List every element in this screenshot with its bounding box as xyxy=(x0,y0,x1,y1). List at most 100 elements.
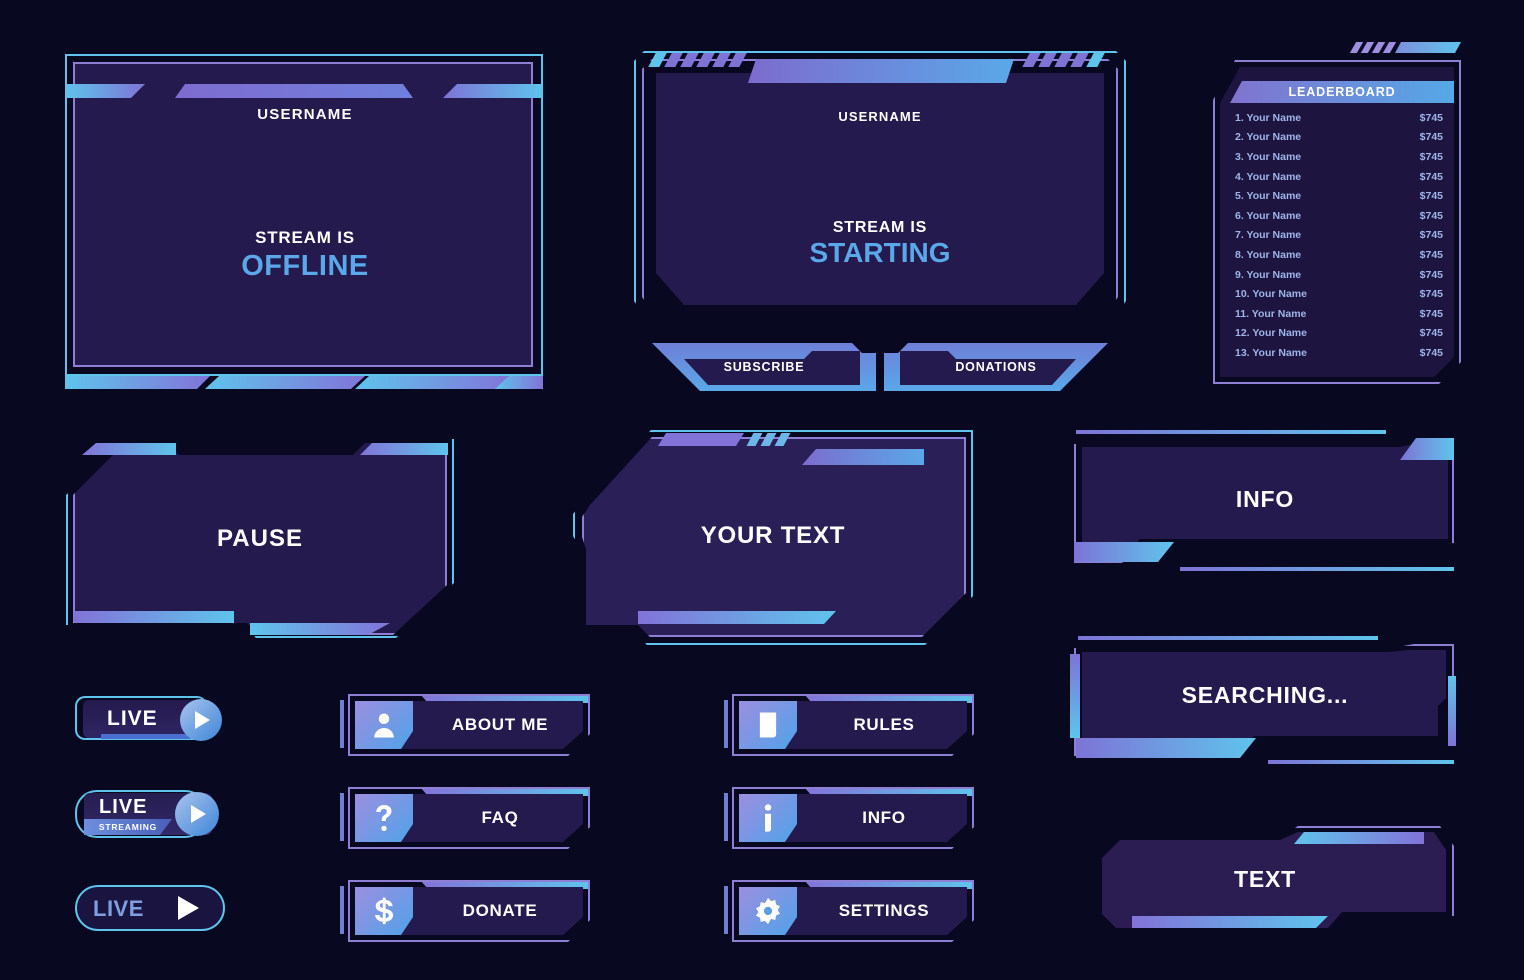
play-icon[interactable] xyxy=(180,699,222,741)
info-bottom-left-accent xyxy=(1074,542,1174,562)
play-icon[interactable] xyxy=(175,792,219,836)
faq-tick xyxy=(340,793,344,841)
leaderboard-row: 1. Your Name $745 xyxy=(1235,108,1443,128)
about-me-label: ABOUT ME xyxy=(451,715,549,734)
leaderboard-row-name: 1. Your Name xyxy=(1235,111,1302,124)
settings-label: SETTINGS xyxy=(838,901,930,920)
play-triangle-icon xyxy=(195,711,210,729)
leaderboard-row-name: 4. Your Name xyxy=(1235,170,1302,183)
leaderboard-row-amount: $745 xyxy=(1419,248,1443,261)
leaderboard-top-accent xyxy=(1395,42,1461,53)
pause-bottom-right-accent xyxy=(250,623,390,635)
starting-status-line1: STREAM IS xyxy=(832,219,928,236)
pause-top-left-accent xyxy=(82,443,176,455)
live-badge-1-underline xyxy=(101,734,191,739)
leaderboard-row: 11. Your Name $745 xyxy=(1235,304,1443,324)
leaderboard-row-amount: $745 xyxy=(1419,111,1443,124)
info-top-line xyxy=(1076,430,1386,434)
searching-bar-panel: SEARCHING... xyxy=(1070,632,1460,772)
donations-label: DONATIONS xyxy=(955,360,1037,374)
yourtext-panel: YOUR TEXT xyxy=(568,425,978,650)
about-me-tick xyxy=(340,700,344,748)
about-me-button[interactable]: ABOUT ME xyxy=(340,694,590,756)
yourtext-top-right-accent xyxy=(802,449,924,465)
donate-button[interactable]: DONATE xyxy=(340,880,590,942)
starting-username-bar xyxy=(748,59,1014,83)
leaderboard-row-name: 12. Your Name xyxy=(1235,327,1307,340)
play-triangle-icon xyxy=(191,805,206,823)
starting-screen xyxy=(656,73,1104,305)
leaderboard-row: 3. Your Name $745 xyxy=(1235,147,1443,167)
pause-label: PAUSE xyxy=(217,525,303,552)
leaderboard-row-name: 3. Your Name xyxy=(1235,150,1302,163)
offline-bottom-mid-right-accent xyxy=(355,376,515,389)
faq-label: FAQ xyxy=(481,808,519,827)
leaderboard-row: 4. Your Name $745 xyxy=(1235,167,1443,187)
stream-overlay-kit: USERNAME STREAM IS OFFLINE USERNAME STRE… xyxy=(0,0,1524,980)
rules-button[interactable]: RULES xyxy=(724,694,974,756)
info-button[interactable]: INFO xyxy=(724,787,974,849)
live-badge-3-label: LIVE xyxy=(93,896,144,921)
leaderboard-row-amount: $745 xyxy=(1419,190,1443,203)
dollar-icon xyxy=(355,887,413,935)
stream-starting-panel: USERNAME STREAM IS STARTING SUBSCRIBE DO… xyxy=(630,45,1130,391)
info-bar-panel: INFO xyxy=(1070,430,1460,575)
searching-top-line xyxy=(1078,636,1378,640)
starting-status: STREAM IS STARTING xyxy=(630,219,1130,269)
yourtext-top-accent xyxy=(658,433,744,446)
leaderboard-row: 9. Your Name $745 xyxy=(1235,265,1443,285)
live-badge-1[interactable]: LIVE xyxy=(75,696,235,744)
subscribe-label: SUBSCRIBE xyxy=(723,360,805,374)
subscribe-button[interactable]: SUBSCRIBE xyxy=(652,343,876,391)
yourtext-label: YOUR TEXT xyxy=(700,522,846,549)
document-icon xyxy=(739,701,797,749)
donations-button[interactable]: DONATIONS xyxy=(884,343,1108,391)
yourtext-bottom-accent xyxy=(638,611,836,624)
leaderboard-row-name: 5. Your Name xyxy=(1235,190,1302,203)
live-badge-3[interactable]: LIVE xyxy=(75,885,235,935)
play-icon[interactable] xyxy=(178,896,199,920)
offline-top-tab-decor xyxy=(175,84,413,98)
leaderboard-row-amount: $745 xyxy=(1419,170,1443,183)
text-bottom-accent xyxy=(1132,916,1328,928)
stream-offline-panel: USERNAME STREAM IS OFFLINE xyxy=(55,42,555,389)
user-icon xyxy=(355,701,413,749)
starting-username: USERNAME xyxy=(838,109,922,124)
leaderboard-row-name: 13. Your Name xyxy=(1235,346,1307,359)
info-button-label: INFO xyxy=(862,808,906,827)
live-badge-2-sub-strip: STREAMING xyxy=(84,819,172,835)
offline-bottom-left-accent xyxy=(65,376,210,389)
leaderboard-row-amount: $745 xyxy=(1419,307,1443,320)
offline-username: USERNAME xyxy=(257,106,353,123)
live-badge-2-label: LIVE xyxy=(99,796,148,818)
pause-bottom-left-accent xyxy=(74,611,234,623)
rules-label: RULES xyxy=(853,715,915,734)
leaderboard-title: LEADERBOARD xyxy=(1288,85,1396,99)
info-tick xyxy=(724,793,728,841)
offline-status-line2: OFFLINE xyxy=(241,250,369,282)
leaderboard-row-name: 8. Your Name xyxy=(1235,248,1302,261)
text-label: TEXT xyxy=(1234,866,1296,892)
leaderboard-header: LEADERBOARD xyxy=(1230,81,1454,103)
leaderboard-row-name: 7. Your Name xyxy=(1235,229,1302,242)
searching-label: SEARCHING... xyxy=(1181,682,1349,708)
leaderboard-row-amount: $745 xyxy=(1419,327,1443,340)
leaderboard-rows: 1. Your Name $745 2. Your Name $745 3. Your … xyxy=(1235,108,1443,363)
leaderboard-row: 10. Your Name $745 xyxy=(1235,284,1443,304)
searching-bottom-left-accent xyxy=(1076,738,1256,758)
donate-label: DONATE xyxy=(462,901,538,920)
settings-button[interactable]: SETTINGS xyxy=(724,880,974,942)
pause-top-right-accent xyxy=(360,443,448,455)
live-badge-2[interactable]: STREAMING LIVE xyxy=(75,790,235,845)
donate-tick xyxy=(340,886,344,934)
gear-icon xyxy=(739,887,797,935)
settings-tick xyxy=(724,886,728,934)
leaderboard-row-name: 6. Your Name xyxy=(1235,209,1302,222)
leaderboard-row: 12. Your Name $745 xyxy=(1235,324,1443,344)
offline-status: STREAM IS OFFLINE xyxy=(55,228,555,283)
leaderboard-row-amount: $745 xyxy=(1419,288,1443,301)
live-badge-2-sub-label: STREAMING xyxy=(98,822,158,832)
faq-button[interactable]: FAQ xyxy=(340,787,590,849)
leaderboard-panel: LEADERBOARD 1. Your Name $745 2. Your Name… xyxy=(1213,42,1461,384)
offline-status-line1: STREAM IS xyxy=(255,228,355,247)
